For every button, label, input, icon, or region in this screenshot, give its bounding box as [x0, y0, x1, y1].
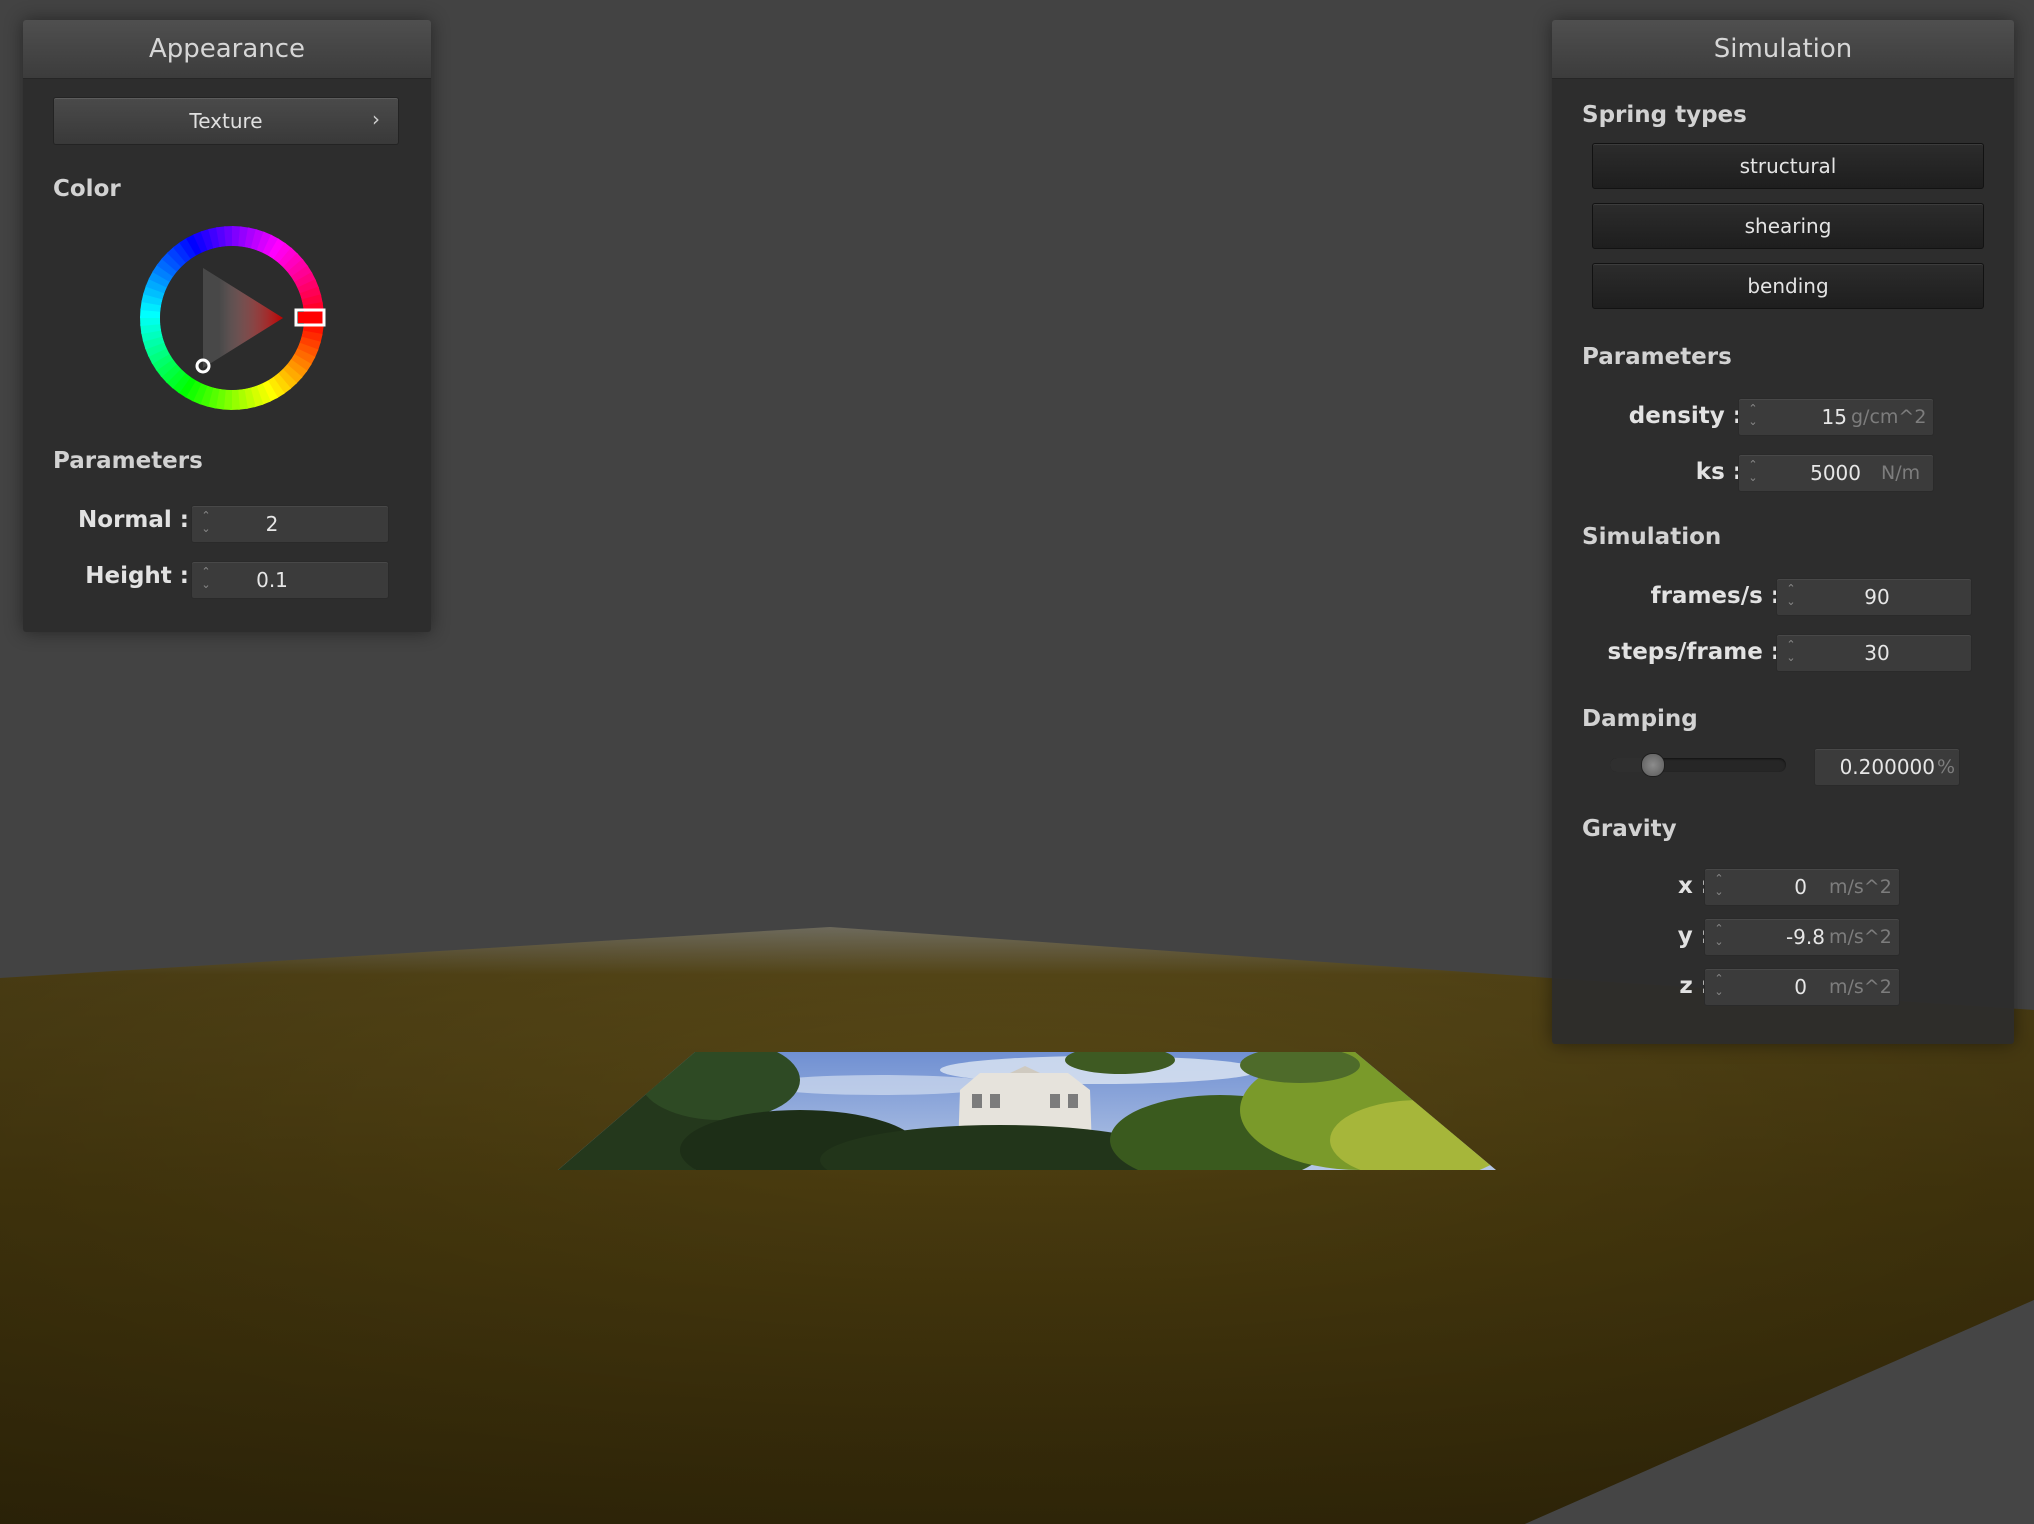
density-input[interactable]: ⌃ ⌄ 15 g/cm^2 — [1738, 398, 1934, 436]
spinner-icon[interactable]: ⌃ ⌄ — [1713, 972, 1725, 1002]
density-value: 15 — [1821, 405, 1847, 429]
spinner-icon[interactable]: ⌃ ⌄ — [1785, 638, 1797, 668]
color-wheel[interactable] — [137, 223, 327, 413]
fps-value: 90 — [1864, 585, 1890, 609]
damping-slider[interactable] — [1610, 753, 1786, 777]
damping-unit: % — [1937, 756, 1956, 778]
normal-input[interactable]: ⌃ ⌄ 2 — [191, 505, 389, 543]
simulation-panel-title[interactable]: Simulation — [1552, 20, 2014, 79]
damping-slider-knob[interactable] — [1640, 753, 1665, 777]
density-label: density : — [1628, 403, 1742, 429]
chevron-right-icon: › — [372, 107, 380, 131]
spring-types-label: Spring types — [1582, 102, 1747, 128]
gravity-y-unit: m/s^2 — [1829, 926, 1892, 948]
spinner-icon[interactable]: ⌃ ⌄ — [1785, 582, 1797, 612]
spinner-icon[interactable]: ⌃ ⌄ — [200, 565, 212, 595]
color-group-label: Color — [53, 176, 121, 202]
spinner-icon[interactable]: ⌃ ⌄ — [200, 509, 212, 539]
appearance-panel: Appearance Texture › Color Parameters No… — [23, 20, 431, 632]
texture-button-label: Texture — [189, 109, 263, 133]
spinner-icon[interactable]: ⌃ ⌄ — [1747, 402, 1759, 432]
simulation-parameters-label: Parameters — [1582, 344, 1732, 370]
simulation-panel: Simulation Spring types structural shear… — [1552, 20, 2014, 1044]
appearance-parameters-label: Parameters — [53, 448, 203, 474]
gravity-y-input[interactable]: ⌃ ⌄ -9.8 m/s^2 — [1704, 918, 1900, 956]
spinner-icon[interactable]: ⌃ ⌄ — [1713, 922, 1725, 952]
appearance-panel-title[interactable]: Appearance — [23, 20, 431, 79]
fps-label: frames/s : — [1650, 583, 1780, 609]
density-unit: g/cm^2 — [1851, 406, 1927, 428]
gravity-z-label: z : — [1679, 973, 1710, 999]
gravity-y-value: -9.8 — [1785, 925, 1825, 949]
texture-button[interactable]: Texture › — [53, 97, 399, 145]
gravity-x-input[interactable]: ⌃ ⌄ 0 m/s^2 — [1704, 868, 1900, 906]
spinner-icon[interactable]: ⌃ ⌄ — [1713, 872, 1725, 902]
structural-toggle[interactable]: structural — [1592, 143, 1984, 189]
gravity-x-label: x : — [1677, 873, 1710, 899]
steps-label: steps/frame : — [1607, 639, 1780, 665]
ks-input[interactable]: ⌃ ⌄ 5000 N/m — [1738, 454, 1934, 492]
normal-value: 2 — [265, 512, 279, 536]
gravity-z-unit: m/s^2 — [1829, 976, 1892, 998]
damping-label: Damping — [1582, 706, 1698, 732]
bending-toggle[interactable]: bending — [1592, 263, 1984, 309]
shearing-toggle[interactable]: shearing — [1592, 203, 1984, 249]
damping-value: 0.200000 — [1839, 755, 1935, 779]
ks-label: ks : — [1695, 459, 1742, 485]
ks-unit: N/m — [1881, 462, 1921, 484]
steps-value: 30 — [1864, 641, 1890, 665]
ks-value: 5000 — [1810, 461, 1861, 485]
height-value: 0.1 — [256, 568, 288, 592]
spinner-icon[interactable]: ⌃ ⌄ — [1747, 458, 1759, 488]
height-label: Height : — [85, 563, 189, 589]
height-input[interactable]: ⌃ ⌄ 0.1 — [191, 561, 389, 599]
gravity-x-unit: m/s^2 — [1829, 876, 1892, 898]
gravity-z-value: 0 — [1794, 975, 1807, 999]
steps-input[interactable]: ⌃ ⌄ 30 — [1776, 634, 1972, 672]
gravity-x-value: 0 — [1794, 875, 1807, 899]
gravity-label: Gravity — [1582, 816, 1677, 842]
gravity-y-label: y : — [1677, 923, 1710, 949]
damping-input[interactable]: 0.200000 % — [1814, 748, 1960, 786]
simulation-group-label: Simulation — [1582, 524, 1722, 550]
normal-label: Normal : — [78, 507, 189, 533]
gravity-z-input[interactable]: ⌃ ⌄ 0 m/s^2 — [1704, 968, 1900, 1006]
fps-input[interactable]: ⌃ ⌄ 90 — [1776, 578, 1972, 616]
